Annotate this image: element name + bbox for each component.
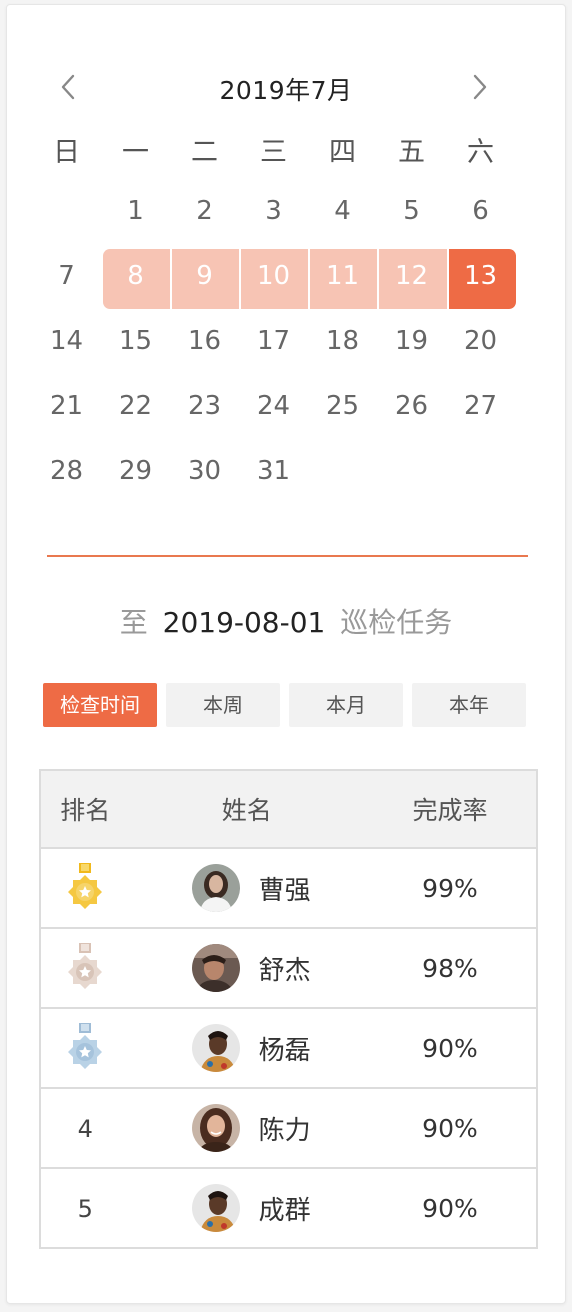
filter-this-month-button[interactable]: 本月 xyxy=(289,683,403,727)
filter-check-time-button[interactable]: 检查时间 xyxy=(43,683,157,727)
weekday-label: 二 xyxy=(191,137,218,168)
table-row[interactable]: 曹强 99% xyxy=(40,848,537,929)
calendar-day[interactable]: 6 xyxy=(446,181,515,241)
calendar-day[interactable]: 20 xyxy=(446,311,515,371)
weekday-label: 日 xyxy=(53,137,80,168)
weekday-label: 三 xyxy=(260,137,287,168)
inspection-card: 2019年7月 日 一 二 三 四 五 六 1 2 3 4 5 6 7 8 9 … xyxy=(6,4,566,1304)
gold-medal-icon xyxy=(68,863,103,909)
completion-rate: 98% xyxy=(422,953,478,983)
calendar-day[interactable]: 21 xyxy=(32,376,101,436)
person-name: 舒杰 xyxy=(258,955,311,986)
calendar-day[interactable]: 15 xyxy=(101,311,170,371)
calendar-day-selected-end[interactable]: 13 xyxy=(446,246,515,306)
calendar-header: 2019年7月 xyxy=(7,63,565,109)
calendar-day[interactable]: 16 xyxy=(170,311,239,371)
column-header-rank: 排名 xyxy=(40,770,130,849)
table-row[interactable]: 舒杰 98% xyxy=(40,928,537,1009)
range-end-date: 2019-08-01 xyxy=(162,606,326,639)
person-name: 陈力 xyxy=(258,1115,311,1146)
calendar-day-selected[interactable]: 11 xyxy=(308,246,377,306)
range-prefix: 至 xyxy=(119,606,148,639)
ranking-header-row: 排名 姓名 完成率 xyxy=(40,770,537,849)
filter-this-week-button[interactable]: 本周 xyxy=(166,683,280,727)
calendar-day[interactable]: 19 xyxy=(377,311,446,371)
next-month-button[interactable] xyxy=(465,67,495,105)
period-filter-group: 检查时间 本周 本月 本年 xyxy=(43,683,533,727)
calendar-day[interactable]: 28 xyxy=(32,441,101,501)
weekday-label: 五 xyxy=(398,137,425,168)
calendar-day[interactable]: 4 xyxy=(308,181,377,241)
table-row[interactable]: 4 陈力 90% xyxy=(40,1088,537,1169)
calendar-day[interactable]: 18 xyxy=(308,311,377,371)
range-suffix: 巡检任务 xyxy=(340,606,453,639)
calendar-day-selected[interactable]: 10 xyxy=(239,246,308,306)
person-name: 成群 xyxy=(258,1195,311,1226)
completion-rate: 90% xyxy=(422,1113,478,1143)
completion-rate: 90% xyxy=(422,1193,478,1223)
calendar-day[interactable]: 27 xyxy=(446,376,515,436)
calendar-day[interactable]: 29 xyxy=(101,441,170,501)
completion-rate: 90% xyxy=(422,1033,478,1063)
calendar-day[interactable]: 17 xyxy=(239,311,308,371)
weekday-label: 一 xyxy=(122,137,149,168)
avatar[interactable] xyxy=(191,1184,240,1232)
avatar[interactable] xyxy=(191,1104,240,1152)
avatar[interactable] xyxy=(191,1024,240,1072)
avatar[interactable] xyxy=(191,864,240,912)
person-name: 曹强 xyxy=(258,875,311,906)
bronze-medal-icon xyxy=(68,1023,103,1069)
range-summary: 至 2019-08-01 巡检任务 xyxy=(7,601,565,641)
calendar-day-selected[interactable]: 8 xyxy=(101,246,170,306)
weekday-row: 日 一 二 三 四 五 六 xyxy=(7,131,565,175)
avatar[interactable] xyxy=(191,944,240,992)
weekday-label: 六 xyxy=(467,137,494,168)
calendar-day[interactable]: 31 xyxy=(239,441,308,501)
filter-this-year-button[interactable]: 本年 xyxy=(412,683,526,727)
silver-medal-icon xyxy=(68,943,103,989)
calendar-day[interactable]: 7 xyxy=(32,246,101,306)
calendar-day[interactable]: 24 xyxy=(239,376,308,436)
person-name: 杨磊 xyxy=(258,1035,311,1066)
weekday-label: 四 xyxy=(329,137,356,168)
calendar-day[interactable]: 26 xyxy=(377,376,446,436)
calendar-day[interactable]: 14 xyxy=(32,311,101,371)
calendar-day-selected[interactable]: 12 xyxy=(377,246,446,306)
table-row[interactable]: 杨磊 90% xyxy=(40,1008,537,1089)
ranking-table: 排名 姓名 完成率 曹强 99% 舒杰 98% 杨磊 90% 4 陈力 90% … xyxy=(39,769,538,1249)
calendar-day[interactable]: 2 xyxy=(170,181,239,241)
calendar-days-grid: 1 2 3 4 5 6 7 8 9 10 11 12 13 14 15 16 1… xyxy=(7,181,565,511)
calendar-day[interactable]: 30 xyxy=(170,441,239,501)
table-row[interactable]: 5 成群 90% xyxy=(40,1168,537,1249)
rank-number: 4 xyxy=(77,1114,93,1143)
calendar-day[interactable]: 3 xyxy=(239,181,308,241)
column-header-name: 姓名 xyxy=(129,770,364,849)
calendar-day[interactable]: 25 xyxy=(308,376,377,436)
rank-number: 5 xyxy=(77,1194,93,1223)
calendar-day[interactable]: 5 xyxy=(377,181,446,241)
calendar-day[interactable]: 1 xyxy=(101,181,170,241)
section-divider xyxy=(47,555,528,557)
calendar-day[interactable]: 22 xyxy=(101,376,170,436)
column-header-rate: 完成率 xyxy=(363,770,537,849)
calendar-day[interactable]: 23 xyxy=(170,376,239,436)
completion-rate: 99% xyxy=(422,873,478,903)
calendar-day-selected[interactable]: 9 xyxy=(170,246,239,306)
chevron-right-icon xyxy=(473,74,487,100)
